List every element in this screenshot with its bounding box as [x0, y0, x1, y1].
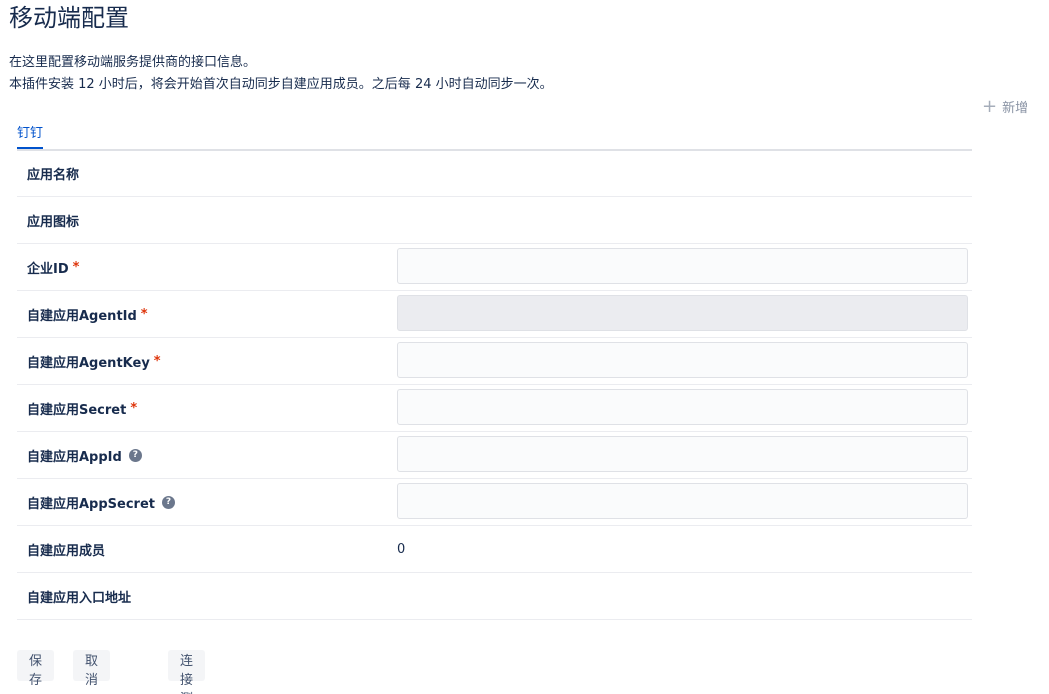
form-row-entry-url: 自建应用入口地址 — [17, 573, 972, 620]
corp-id-input[interactable] — [397, 248, 968, 284]
form-row-app-icon: 应用图标 — [17, 197, 972, 244]
tab-dingtalk[interactable]: 钉钉 — [17, 124, 44, 149]
question-circle-icon[interactable]: ? — [128, 448, 142, 462]
form-row-secret: 自建应用Secret * — [17, 385, 972, 432]
form-row-corp-id: 企业ID * — [17, 244, 972, 291]
question-circle-icon[interactable]: ? — [162, 495, 176, 509]
agent-key-input[interactable] — [397, 342, 968, 378]
mobile-config-page: 移动端配置 在这里配置移动端服务提供商的接口信息。 本插件安装 12 小时后，将… — [0, 0, 1049, 694]
connection-test-button[interactable]: 连接测试 — [168, 650, 206, 694]
secret-input[interactable] — [397, 389, 968, 425]
secret-label: 自建应用Secret * — [27, 400, 138, 418]
form-row-members: 自建应用成员 0 — [17, 526, 972, 573]
app-id-label: 自建应用AppId ? — [27, 432, 142, 478]
save-button[interactable]: 保存 — [17, 650, 55, 688]
app-id-input[interactable] — [397, 436, 968, 472]
app-name-label: 应用名称 — [27, 167, 80, 183]
form-row-app-id: 自建应用AppId ? — [17, 432, 972, 479]
cancel-button[interactable]: 取消 — [73, 650, 111, 688]
members-label: 自建应用成员 — [27, 543, 106, 559]
config-form: 应用名称 应用图标 企业ID * 自建应用AgentId * 自建应用Agent… — [17, 150, 972, 620]
add-button[interactable]: + 新增 — [982, 97, 1028, 116]
add-button-label: 新增 — [1002, 101, 1029, 116]
page-description: 在这里配置移动端服务提供商的接口信息。 — [9, 55, 257, 70]
app-secret-input[interactable] — [397, 483, 968, 519]
corp-id-label: 企业ID * — [27, 259, 80, 277]
required-mark: * — [72, 259, 80, 275]
required-mark: * — [130, 400, 138, 416]
plus-icon: + — [982, 95, 998, 117]
form-row-app-name: 应用名称 — [17, 150, 972, 197]
agent-id-input — [397, 295, 968, 331]
members-count: 0 — [397, 541, 406, 557]
sync-description: 本插件安装 12 小时后，将会开始首次自动同步自建应用成员。之后每 24 小时自… — [9, 77, 553, 92]
agent-key-label: 自建应用AgentKey * — [27, 353, 161, 371]
required-mark: * — [153, 353, 161, 369]
provider-tabs: 钉钉 — [17, 124, 972, 151]
page-title: 移动端配置 — [9, 4, 129, 32]
form-row-agent-key: 自建应用AgentKey * — [17, 338, 972, 385]
required-mark: * — [140, 306, 148, 322]
form-row-app-secret: 自建应用AppSecret ? — [17, 479, 972, 526]
agent-id-label: 自建应用AgentId * — [27, 306, 148, 324]
form-row-agent-id: 自建应用AgentId * — [17, 291, 972, 338]
entry-url-label: 自建应用入口地址 — [27, 590, 132, 606]
app-secret-label: 自建应用AppSecret ? — [27, 479, 176, 525]
app-icon-label: 应用图标 — [27, 214, 80, 230]
